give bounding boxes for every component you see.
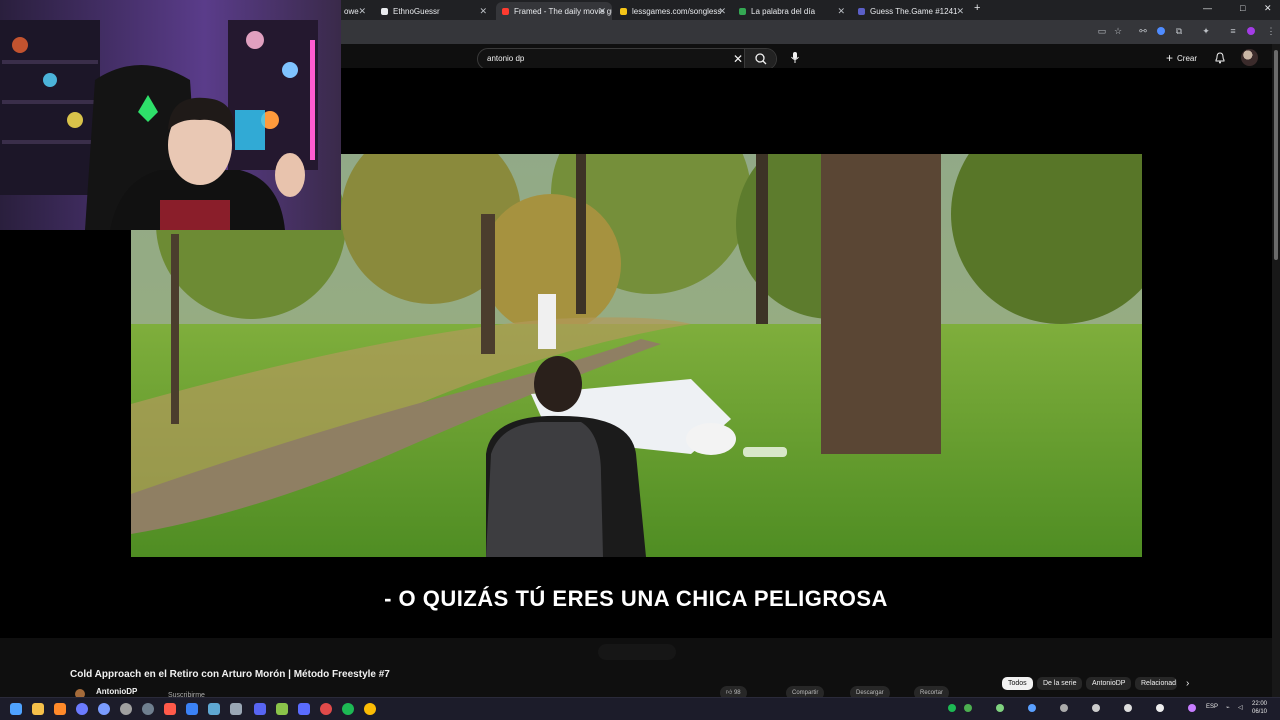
clock-time: 22:00 <box>1252 701 1268 707</box>
tab-1[interactable]: owe ✕ <box>338 2 372 20</box>
screen: owe ✕ EthnoGuessr ✕ Framed - The daily m… <box>0 0 1280 720</box>
tray-icon[interactable] <box>1124 704 1132 712</box>
chevron-right-icon[interactable]: › <box>1186 678 1189 689</box>
app-icon[interactable] <box>142 703 154 715</box>
volume-icon[interactable]: ◁ <box>1238 704 1243 711</box>
search-icon[interactable] <box>54 703 66 715</box>
tab-songless[interactable]: lessgames.com/songless ✕ <box>614 2 732 20</box>
extension-icon[interactable] <box>1157 27 1165 35</box>
tab-label: owe <box>344 6 359 16</box>
player-controls[interactable] <box>598 644 676 660</box>
chip-de-la-serie[interactable]: De la serie <box>1037 677 1083 690</box>
tab-close-icon[interactable]: ✕ <box>598 6 606 17</box>
chip-relacionados[interactable]: Relacionad <box>1135 677 1177 690</box>
language-indicator[interactable]: ESP <box>1206 704 1218 710</box>
puzzle-icon[interactable]: ⧉ <box>1174 26 1184 36</box>
tab-label: Guess The.Game #1241 <box>870 6 958 16</box>
chrome-icon[interactable] <box>364 703 376 715</box>
scrollbar-thumb[interactable] <box>1274 50 1278 260</box>
plus-icon: + <box>1166 51 1174 65</box>
tab-guess-the-game[interactable]: Guess The.Game #1241 ✕ <box>852 2 970 20</box>
tray-icon[interactable] <box>1092 704 1100 712</box>
clock-date: 06/10 <box>1252 709 1268 715</box>
search-button[interactable] <box>744 49 776 69</box>
favicon-icon <box>381 7 388 15</box>
channel-name[interactable]: AntonioDP <box>96 687 137 696</box>
tray-icon[interactable] <box>1060 704 1068 712</box>
menu-icon[interactable]: ⋮ <box>1266 26 1276 36</box>
app-icon[interactable] <box>164 703 176 715</box>
tab-label: lessgames.com/songless <box>632 6 722 16</box>
install-icon[interactable]: ▭ <box>1097 26 1107 36</box>
extension-icon[interactable]: ⚯ <box>1138 26 1148 36</box>
search-input[interactable]: antonio dp <box>487 54 524 63</box>
file-explorer-icon[interactable] <box>32 703 44 715</box>
steam-icon[interactable] <box>208 703 220 715</box>
create-label: Crear <box>1177 53 1198 63</box>
favicon-icon <box>858 7 865 15</box>
favicon-icon <box>739 7 746 15</box>
avatar[interactable] <box>1241 49 1258 66</box>
tab-close-icon[interactable]: ✕ <box>479 6 487 17</box>
tray-icon[interactable] <box>996 704 1004 712</box>
clock[interactable]: 22:00 06/10 <box>1252 700 1267 716</box>
tab-framed[interactable]: Framed - The daily movie gues ✕ <box>496 2 612 20</box>
tray-icon[interactable] <box>1188 704 1196 712</box>
close-window-button[interactable]: ✕ <box>1264 3 1272 14</box>
network-icon[interactable]: ⌁ <box>1226 704 1230 711</box>
maximize-button[interactable]: □ <box>1240 3 1245 13</box>
tab-close-icon[interactable]: ✕ <box>837 6 845 17</box>
chip-todos[interactable]: Todos <box>1002 677 1033 690</box>
tab-ethnoguessr[interactable]: EthnoGuessr ✕ <box>375 2 493 20</box>
profile-icon[interactable] <box>1247 27 1255 35</box>
app-icon[interactable] <box>276 703 288 715</box>
app-icon[interactable] <box>320 703 332 715</box>
tab-label: EthnoGuessr <box>393 6 440 16</box>
sidebar-icon[interactable]: ≡ <box>1228 26 1238 36</box>
tab-label: La palabra del día <box>751 6 816 16</box>
bell-icon[interactable] <box>1214 51 1226 64</box>
search-icon <box>755 53 767 65</box>
tray-icon[interactable] <box>948 704 956 712</box>
thumbs-up-icon: 👍︎ <box>726 690 733 696</box>
tray-icon[interactable] <box>964 704 972 712</box>
webcam-overlay <box>0 0 341 230</box>
favicon-icon <box>620 7 627 15</box>
close-icon[interactable]: ✕ <box>733 52 743 66</box>
app-icon[interactable] <box>76 703 88 715</box>
chip-antoniodp[interactable]: AntonioDP <box>1086 677 1132 690</box>
tab-label: Framed - The daily movie gues <box>514 6 612 16</box>
minimize-button[interactable]: — <box>1203 3 1212 13</box>
mic-icon[interactable] <box>790 51 800 65</box>
extensions-icon[interactable]: ✦ <box>1201 26 1211 36</box>
video-subtitle: - O QUIZÁS TÚ ERES UNA CHICA PELIGROSA <box>384 586 888 611</box>
video-title: Cold Approach en el Retiro con Arturo Mo… <box>70 669 390 680</box>
scrollbar[interactable] <box>1272 44 1280 700</box>
tray-icon[interactable] <box>1156 704 1164 712</box>
spotify-icon[interactable] <box>342 703 354 715</box>
new-tab-button[interactable]: + <box>974 2 980 14</box>
app-icon[interactable] <box>298 703 310 715</box>
bookmark-star-icon[interactable]: ☆ <box>1113 26 1123 36</box>
app-icon[interactable] <box>230 703 242 715</box>
app-icon[interactable] <box>98 703 110 715</box>
tab-close-icon[interactable]: ✕ <box>956 6 964 17</box>
taskbar: ESP ⌁ ◁ 22:00 06/10 <box>0 697 1280 720</box>
tab-palabra[interactable]: La palabra del día ✕ <box>733 2 851 20</box>
like-count: 98 <box>733 690 741 696</box>
favicon-icon <box>502 7 509 15</box>
windows-start-icon[interactable] <box>10 703 22 715</box>
create-button[interactable]: + Crear <box>1166 51 1197 65</box>
tab-close-icon[interactable]: ✕ <box>358 6 366 17</box>
app-icon[interactable] <box>186 703 198 715</box>
tab-close-icon[interactable]: ✕ <box>718 6 726 17</box>
discord-icon[interactable] <box>254 703 266 715</box>
app-icon[interactable] <box>120 703 132 715</box>
search-box[interactable]: antonio dp ✕ <box>477 48 777 70</box>
tray-icon[interactable] <box>1028 704 1036 712</box>
